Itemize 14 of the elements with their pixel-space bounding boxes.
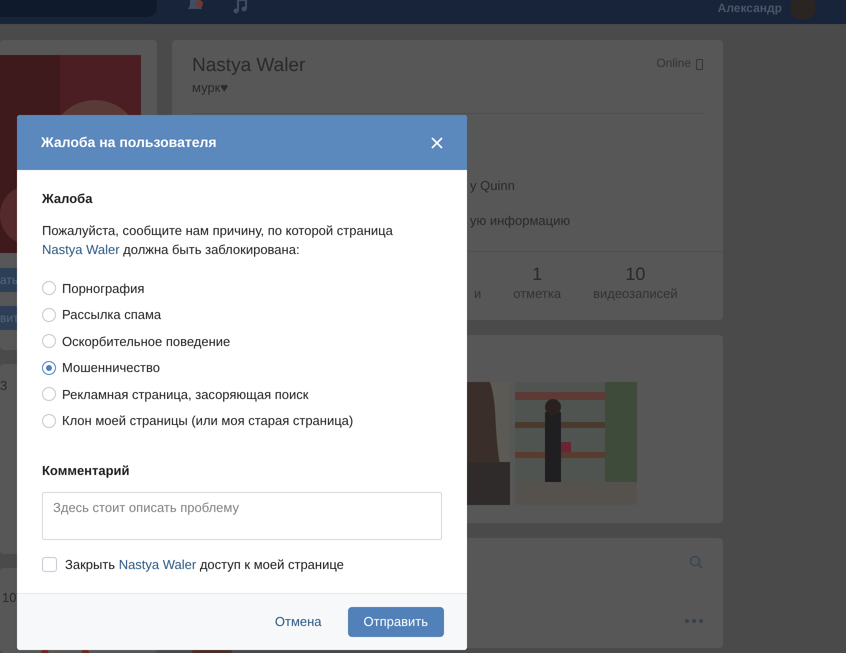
submit-button[interactable]: Отправить xyxy=(348,606,444,636)
message-text: Пожалуйста, сообщите нам причину, по которой страница Nastya Waler должна быть заблокирована: xyxy=(42,222,394,258)
reason-label[interactable]: Порнография xyxy=(62,278,144,298)
reason-label[interactable]: Рассылка спама xyxy=(62,305,162,324)
comment-field[interactable]: Здесь стоит описать проблему xyxy=(42,492,442,540)
comment-label: Комментарий xyxy=(42,462,131,480)
reason-label[interactable]: Оскорбительное поведение xyxy=(62,332,230,351)
cancel-button[interactable]: Отмена xyxy=(274,612,322,632)
reason-label[interactable]: Клон моей страницы (или моя старая страница) xyxy=(62,411,354,430)
dialog-title: Жалоба на пользователя xyxy=(41,133,217,152)
section-label: Жалоба xyxy=(42,190,94,208)
reason-label[interactable]: Мошенничество xyxy=(62,358,160,378)
reason-label[interactable]: Рекламная страница, засоряющая поиск xyxy=(62,384,308,404)
block-option-label[interactable]: Закрыть Nastya Waler доступ к моей странице xyxy=(65,555,344,574)
